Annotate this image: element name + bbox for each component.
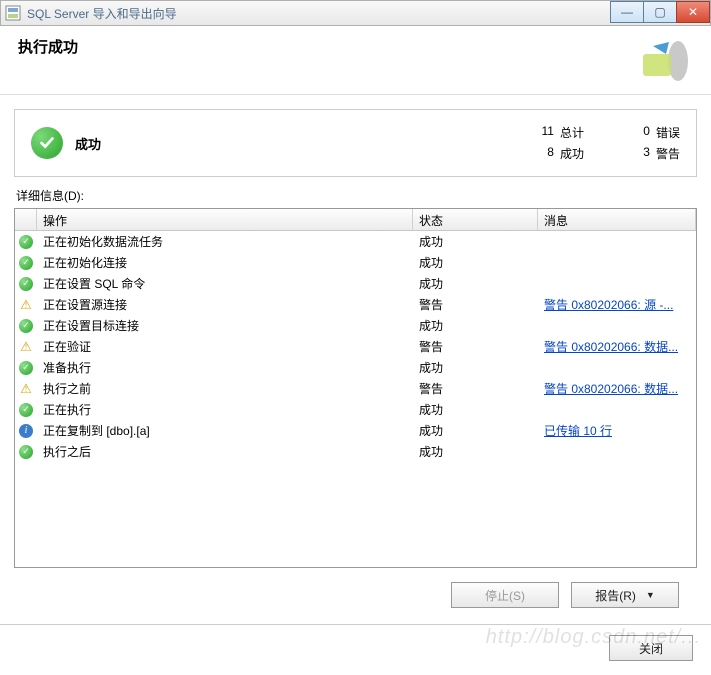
minimize-button[interactable]: — [610, 1, 644, 23]
window-title: SQL Server 导入和导出向导 [27, 5, 611, 22]
message-cell: 警告 0x80202066: 数据... [538, 336, 696, 357]
table-row[interactable]: 正在复制到 [dbo].[a]成功已传输 10 行 [15, 420, 696, 441]
message-cell [538, 366, 696, 370]
status-cell: 成功 [413, 252, 538, 273]
table-row[interactable]: 执行之前警告警告 0x80202066: 数据... [15, 378, 696, 399]
success-icon [19, 235, 33, 249]
table-row[interactable]: 执行之后成功 [15, 441, 696, 462]
message-cell [538, 408, 696, 412]
warning-icon [19, 298, 33, 312]
table-row[interactable]: 正在初始化数据流任务成功 [15, 231, 696, 252]
table-row[interactable]: 正在初始化连接成功 [15, 252, 696, 273]
status-cell: 成功 [413, 399, 538, 420]
operation-cell: 正在验证 [37, 336, 413, 357]
table-row[interactable]: 正在设置源连接警告警告 0x80202066: 源 -... [15, 294, 696, 315]
message-cell: 已传输 10 行 [538, 420, 696, 441]
operation-cell: 正在设置目标连接 [37, 315, 413, 336]
operation-cell: 正在执行 [37, 399, 413, 420]
warn-count: 3 [590, 145, 650, 162]
operation-cell: 正在设置 SQL 命令 [37, 273, 413, 294]
success-icon [19, 277, 33, 291]
message-cell: 警告 0x80202066: 数据... [538, 378, 696, 399]
total-label: 总计 [560, 124, 584, 141]
status-cell: 成功 [413, 357, 538, 378]
message-cell [538, 450, 696, 454]
success-icon [19, 445, 33, 459]
operation-cell: 准备执行 [37, 357, 413, 378]
detail-table: 操作 状态 消息 正在初始化数据流任务成功正在初始化连接成功正在设置 SQL 命… [14, 208, 697, 568]
col-status[interactable]: 状态 [413, 209, 538, 230]
message-cell [538, 261, 696, 265]
close-button[interactable]: ✕ [676, 1, 710, 23]
message-link[interactable]: 警告 0x80202066: 数据... [544, 382, 678, 396]
error-count: 0 [590, 124, 650, 141]
success-icon [19, 361, 33, 375]
col-operation[interactable]: 操作 [37, 209, 413, 230]
window-buttons: — ▢ ✕ [611, 1, 710, 25]
message-cell [538, 282, 696, 286]
operation-cell: 执行之前 [37, 378, 413, 399]
success-icon [19, 256, 33, 270]
warning-icon [19, 340, 33, 354]
message-cell: 警告 0x80202066: 源 -... [538, 294, 696, 315]
table-row[interactable]: 正在设置 SQL 命令成功 [15, 273, 696, 294]
table-header: 操作 状态 消息 [15, 209, 696, 231]
status-cell: 成功 [413, 231, 538, 252]
operation-cell: 正在复制到 [dbo].[a] [37, 420, 413, 441]
success-icon [19, 403, 33, 417]
status-cell: 警告 [413, 294, 538, 315]
app-icon [5, 5, 21, 21]
stop-button: 停止(S) [451, 582, 559, 608]
status-cell: 成功 [413, 441, 538, 462]
operation-cell: 执行之后 [37, 441, 413, 462]
operation-cell: 正在设置源连接 [37, 294, 413, 315]
message-cell [538, 240, 696, 244]
status-cell: 警告 [413, 378, 538, 399]
detail-label: 详细信息(D): [16, 187, 697, 204]
message-link[interactable]: 警告 0x80202066: 数据... [544, 340, 678, 354]
message-link[interactable]: 已传输 10 行 [544, 424, 612, 438]
status-cell: 成功 [413, 420, 538, 441]
table-row[interactable]: 正在设置目标连接成功 [15, 315, 696, 336]
operation-cell: 正在初始化连接 [37, 252, 413, 273]
col-message[interactable]: 消息 [538, 209, 696, 230]
message-cell [538, 324, 696, 328]
table-row[interactable]: 正在验证警告警告 0x80202066: 数据... [15, 336, 696, 357]
close-dialog-button[interactable]: 关闭 [609, 635, 693, 661]
table-row[interactable]: 准备执行成功 [15, 357, 696, 378]
info-icon [19, 424, 33, 438]
page-title: 执行成功 [18, 36, 633, 57]
header-image [633, 36, 693, 86]
message-link[interactable]: 警告 0x80202066: 源 -... [544, 298, 673, 312]
table-body: 正在初始化数据流任务成功正在初始化连接成功正在设置 SQL 命令成功正在设置源连… [15, 231, 696, 462]
success-icon [19, 319, 33, 333]
footer-buttons: 关闭 [0, 624, 711, 675]
status-summary: 成功 11 总计 0 错误 8 成功 3 警告 [14, 109, 697, 177]
title-bar: SQL Server 导入和导出向导 — ▢ ✕ [0, 0, 711, 26]
maximize-button[interactable]: ▢ [643, 1, 677, 23]
warn-label: 警告 [656, 145, 680, 162]
success-label: 成功 [560, 145, 584, 162]
status-cell: 成功 [413, 273, 538, 294]
status-label: 成功 [75, 134, 524, 153]
report-button[interactable]: 报告(R)▼ [571, 582, 679, 608]
status-counts: 11 总计 0 错误 8 成功 3 警告 [524, 124, 680, 162]
page-header: 执行成功 [0, 26, 711, 95]
col-icon[interactable] [15, 209, 37, 230]
action-buttons: 停止(S) 报告(R)▼ [14, 568, 697, 622]
total-count: 11 [524, 124, 554, 141]
dropdown-arrow-icon: ▼ [646, 590, 655, 600]
table-row[interactable]: 正在执行成功 [15, 399, 696, 420]
operation-cell: 正在初始化数据流任务 [37, 231, 413, 252]
status-cell: 成功 [413, 315, 538, 336]
warning-icon [19, 382, 33, 396]
success-count: 8 [524, 145, 554, 162]
status-cell: 警告 [413, 336, 538, 357]
error-label: 错误 [656, 124, 680, 141]
success-icon [31, 127, 63, 159]
